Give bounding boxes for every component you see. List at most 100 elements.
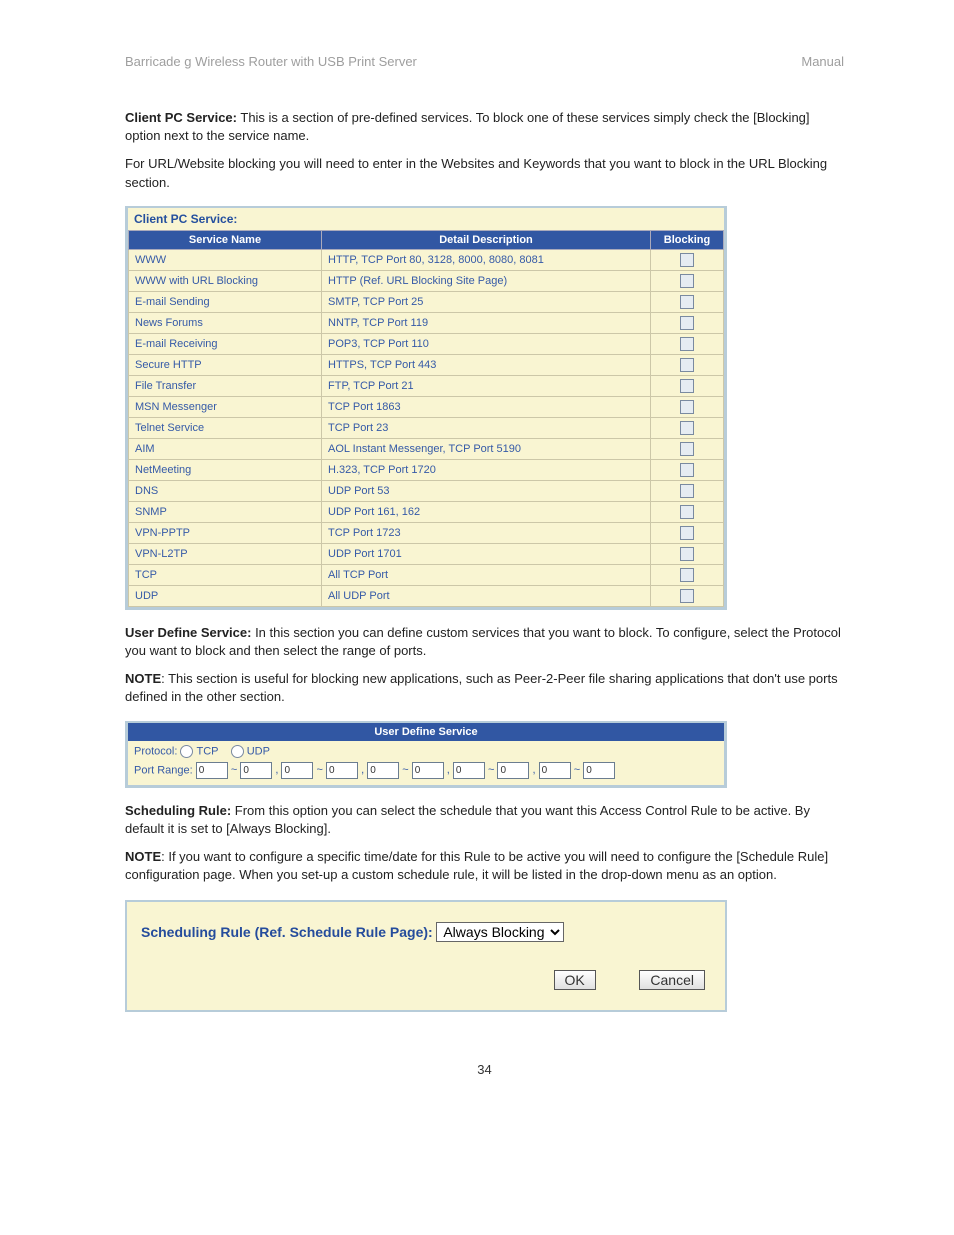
table-row: E-mail ReceivingPOP3, TCP Port 110 bbox=[129, 333, 724, 354]
protocol-tcp-label: TCP bbox=[196, 745, 218, 757]
blocking-cell bbox=[651, 480, 724, 501]
blocking-checkbox[interactable] bbox=[680, 337, 694, 351]
port-to-input[interactable]: 0 bbox=[240, 762, 272, 779]
service-name-cell: VPN-L2TP bbox=[129, 543, 322, 564]
blocking-checkbox[interactable] bbox=[680, 589, 694, 603]
protocol-tcp-radio[interactable] bbox=[180, 745, 193, 758]
table-row: E-mail SendingSMTP, TCP Port 25 bbox=[129, 291, 724, 312]
port-tilde: ~ bbox=[485, 764, 498, 776]
blocking-checkbox[interactable] bbox=[680, 295, 694, 309]
blocking-checkbox[interactable] bbox=[680, 379, 694, 393]
blocking-checkbox[interactable] bbox=[680, 442, 694, 456]
service-desc-cell: All TCP Port bbox=[322, 564, 651, 585]
service-name-cell: Secure HTTP bbox=[129, 354, 322, 375]
blocking-cell bbox=[651, 417, 724, 438]
service-desc-cell: TCP Port 1863 bbox=[322, 396, 651, 417]
port-tilde: ~ bbox=[571, 764, 584, 776]
blocking-checkbox[interactable] bbox=[680, 421, 694, 435]
service-desc-cell: TCP Port 23 bbox=[322, 417, 651, 438]
port-from-input[interactable]: 0 bbox=[453, 762, 485, 779]
blocking-checkbox[interactable] bbox=[680, 484, 694, 498]
blocking-cell bbox=[651, 522, 724, 543]
table-row: NetMeetingH.323, TCP Port 1720 bbox=[129, 459, 724, 480]
table-row: TCPAll TCP Port bbox=[129, 564, 724, 585]
service-desc-cell: FTP, TCP Port 21 bbox=[322, 375, 651, 396]
service-name-cell: DNS bbox=[129, 480, 322, 501]
blocking-checkbox[interactable] bbox=[680, 358, 694, 372]
service-name-cell: E-mail Receiving bbox=[129, 333, 322, 354]
table-row: WWW with URL BlockingHTTP (Ref. URL Bloc… bbox=[129, 270, 724, 291]
blocking-cell bbox=[651, 333, 724, 354]
port-from-input[interactable]: 0 bbox=[281, 762, 313, 779]
table-row: News ForumsNNTP, TCP Port 119 bbox=[129, 312, 724, 333]
blocking-cell bbox=[651, 564, 724, 585]
blocking-cell bbox=[651, 354, 724, 375]
blocking-checkbox[interactable] bbox=[680, 400, 694, 414]
service-name-cell: E-mail Sending bbox=[129, 291, 322, 312]
uds-paragraph: User Define Service: In this section you… bbox=[125, 624, 844, 660]
blocking-checkbox[interactable] bbox=[680, 568, 694, 582]
blocking-checkbox[interactable] bbox=[680, 274, 694, 288]
sched-paragraph: Scheduling Rule: From this option you ca… bbox=[125, 802, 844, 838]
blocking-cell bbox=[651, 249, 724, 270]
blocking-checkbox[interactable] bbox=[680, 463, 694, 477]
table-row: Secure HTTPHTTPS, TCP Port 443 bbox=[129, 354, 724, 375]
service-name-cell: VPN-PPTP bbox=[129, 522, 322, 543]
port-to-input[interactable]: 0 bbox=[412, 762, 444, 779]
service-name-cell: WWW bbox=[129, 249, 322, 270]
blocking-cell bbox=[651, 312, 724, 333]
header-title: Barricade g Wireless Router with USB Pri… bbox=[125, 54, 417, 69]
client-pc-label: Client PC Service: bbox=[125, 110, 237, 125]
table-row: UDPAll UDP Port bbox=[129, 585, 724, 606]
port-range-separator: , bbox=[529, 764, 538, 776]
service-name-cell: AIM bbox=[129, 438, 322, 459]
table-row: DNSUDP Port 53 bbox=[129, 480, 724, 501]
blocking-checkbox[interactable] bbox=[680, 316, 694, 330]
col-detail-desc: Detail Description bbox=[322, 230, 651, 249]
sched-select[interactable]: Always Blocking bbox=[436, 922, 564, 942]
cancel-button[interactable]: Cancel bbox=[639, 970, 705, 990]
blocking-checkbox[interactable] bbox=[680, 526, 694, 540]
service-desc-cell: UDP Port 1701 bbox=[322, 543, 651, 564]
blocking-cell bbox=[651, 438, 724, 459]
client-pc-service-title: Client PC Service: bbox=[128, 208, 724, 230]
protocol-udp-radio[interactable] bbox=[231, 745, 244, 758]
port-from-input[interactable]: 0 bbox=[539, 762, 571, 779]
blocking-cell bbox=[651, 543, 724, 564]
blocking-checkbox[interactable] bbox=[680, 253, 694, 267]
service-desc-cell: UDP Port 53 bbox=[322, 480, 651, 501]
table-row: SNMPUDP Port 161, 162 bbox=[129, 501, 724, 522]
table-row: MSN MessengerTCP Port 1863 bbox=[129, 396, 724, 417]
port-from-input[interactable]: 0 bbox=[196, 762, 228, 779]
service-desc-cell: HTTP, TCP Port 80, 3128, 8000, 8080, 808… bbox=[322, 249, 651, 270]
table-row: WWWHTTP, TCP Port 80, 3128, 8000, 8080, … bbox=[129, 249, 724, 270]
service-name-cell: Telnet Service bbox=[129, 417, 322, 438]
table-row: VPN-PPTPTCP Port 1723 bbox=[129, 522, 724, 543]
sched-note-label: NOTE bbox=[125, 849, 161, 864]
blocking-cell bbox=[651, 501, 724, 522]
blocking-checkbox[interactable] bbox=[680, 505, 694, 519]
sched-note-text: : If you want to configure a specific ti… bbox=[125, 849, 828, 882]
service-name-cell: News Forums bbox=[129, 312, 322, 333]
blocking-checkbox[interactable] bbox=[680, 547, 694, 561]
blocking-cell bbox=[651, 270, 724, 291]
service-desc-cell: AOL Instant Messenger, TCP Port 5190 bbox=[322, 438, 651, 459]
uds-note-paragraph: NOTE: This section is useful for blockin… bbox=[125, 670, 844, 706]
table-row: VPN-L2TPUDP Port 1701 bbox=[129, 543, 724, 564]
uds-note-label: NOTE bbox=[125, 671, 161, 686]
port-range-label: Port Range: bbox=[134, 764, 193, 776]
blocking-cell bbox=[651, 585, 724, 606]
port-from-input[interactable]: 0 bbox=[367, 762, 399, 779]
user-define-service-panel: User Define Service Protocol: TCP UDP Po… bbox=[125, 721, 727, 788]
ok-button[interactable]: OK bbox=[554, 970, 596, 990]
port-to-input[interactable]: 0 bbox=[497, 762, 529, 779]
uds-panel-title: User Define Service bbox=[128, 723, 724, 741]
service-desc-cell: HTTPS, TCP Port 443 bbox=[322, 354, 651, 375]
service-name-cell: NetMeeting bbox=[129, 459, 322, 480]
port-to-input[interactable]: 0 bbox=[583, 762, 615, 779]
url-blocking-paragraph: For URL/Website blocking you will need t… bbox=[125, 155, 844, 191]
port-tilde: ~ bbox=[228, 764, 241, 776]
service-desc-cell: UDP Port 161, 162 bbox=[322, 501, 651, 522]
page-header: Barricade g Wireless Router with USB Pri… bbox=[125, 54, 844, 69]
port-to-input[interactable]: 0 bbox=[326, 762, 358, 779]
